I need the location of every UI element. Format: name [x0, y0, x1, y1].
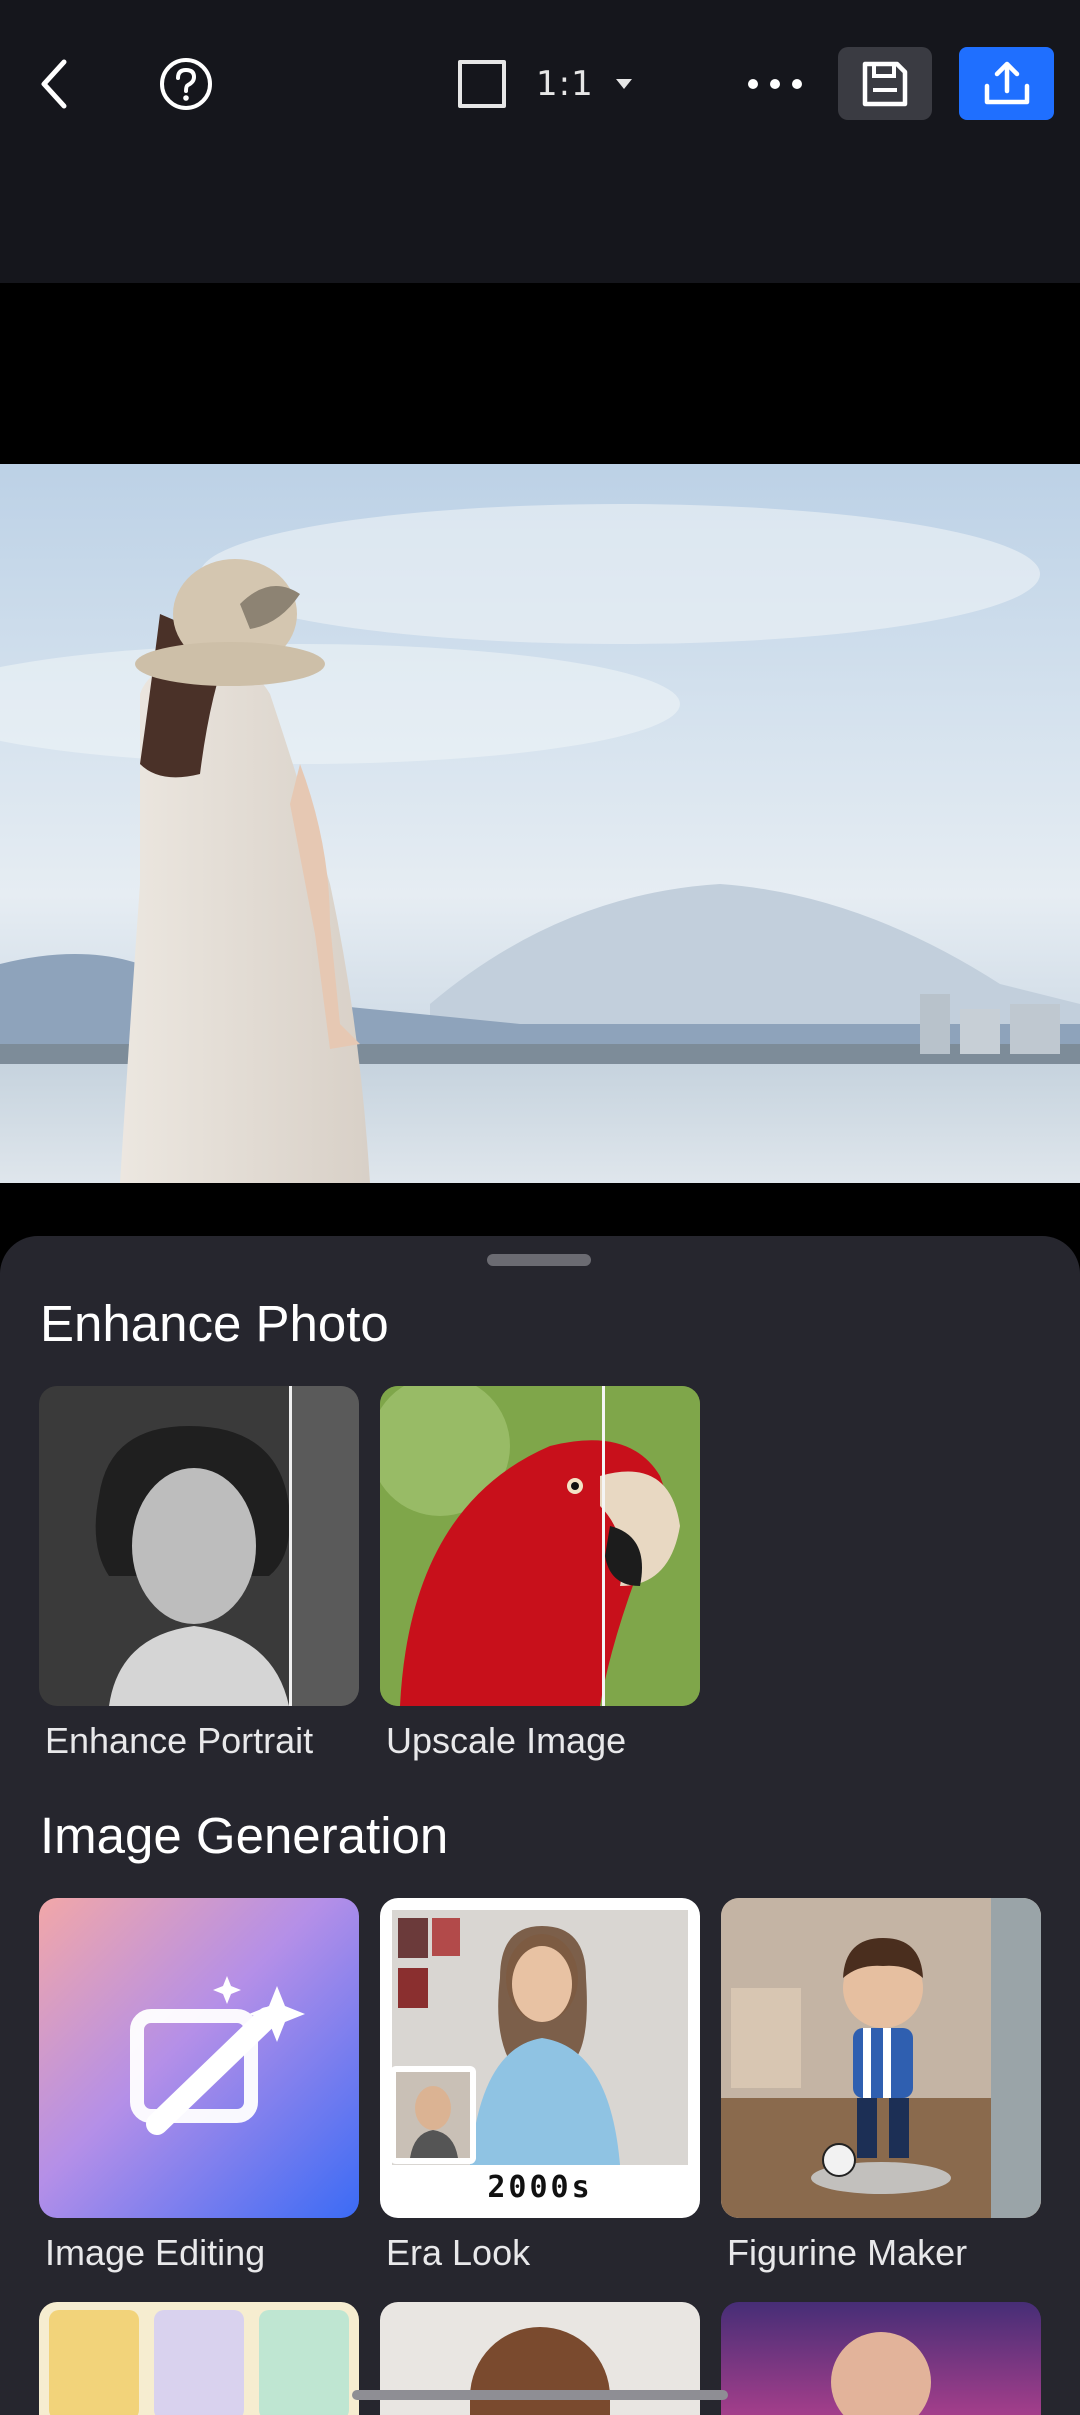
- era-look-label: Era Look: [386, 2232, 531, 2273]
- tools-sheet: Enhance Photo Enhance Portrait Upscale I…: [0, 1236, 1080, 2415]
- upload-icon: [984, 61, 1029, 104]
- back-button[interactable]: [30, 52, 78, 116]
- section-title-enhance: Enhance Photo: [40, 1295, 389, 1352]
- chevron-left-icon: [41, 59, 67, 109]
- square-icon: [458, 60, 506, 108]
- figurine-maker-thumbnail: [721, 1898, 1041, 2218]
- era-badge: 2000s: [487, 2170, 593, 2205]
- next-row-card-3[interactable]: [721, 2302, 1041, 2415]
- save-button[interactable]: [838, 47, 932, 120]
- era-look-card[interactable]: 2000s: [380, 1898, 700, 2218]
- upscale-image-card[interactable]: [380, 1386, 700, 1706]
- aspect-ratio-selector[interactable]: 1:1: [458, 58, 632, 110]
- image-editing-card[interactable]: [39, 1898, 359, 2218]
- figurine-maker-label: Figurine Maker: [727, 2232, 968, 2273]
- more-horizontal-icon: [748, 79, 802, 89]
- next-row-card-1[interactable]: [39, 2302, 359, 2415]
- enhance-portrait-label: Enhance Portrait: [45, 1720, 314, 1761]
- help-button[interactable]: [156, 54, 216, 114]
- more-button[interactable]: [740, 64, 810, 104]
- export-button[interactable]: [959, 47, 1054, 120]
- enhance-portrait-card[interactable]: [39, 1386, 359, 1706]
- upscale-image-label: Upscale Image: [386, 1720, 627, 1761]
- magic-wand-icon: [130, 1976, 305, 2135]
- top-toolbar: 1:1: [0, 0, 1080, 283]
- photo-canvas[interactable]: [0, 464, 1080, 1183]
- question-circle-icon: [160, 58, 212, 110]
- sheet-drag-handle[interactable]: [487, 1254, 591, 1266]
- enhance-portrait-thumbnail: [39, 1386, 359, 1706]
- section-title-generation: Image Generation: [40, 1807, 449, 1864]
- home-indicator: [352, 2390, 728, 2400]
- caret-down-icon: [615, 79, 632, 89]
- figurine-maker-card[interactable]: [721, 1898, 1041, 2218]
- aspect-ratio-label: 1:1: [536, 64, 594, 104]
- upscale-image-thumbnail: [380, 1386, 700, 1706]
- photo-scene: [0, 504, 1080, 1183]
- image-editing-label: Image Editing: [45, 2232, 266, 2273]
- floppy-disk-icon: [862, 61, 908, 106]
